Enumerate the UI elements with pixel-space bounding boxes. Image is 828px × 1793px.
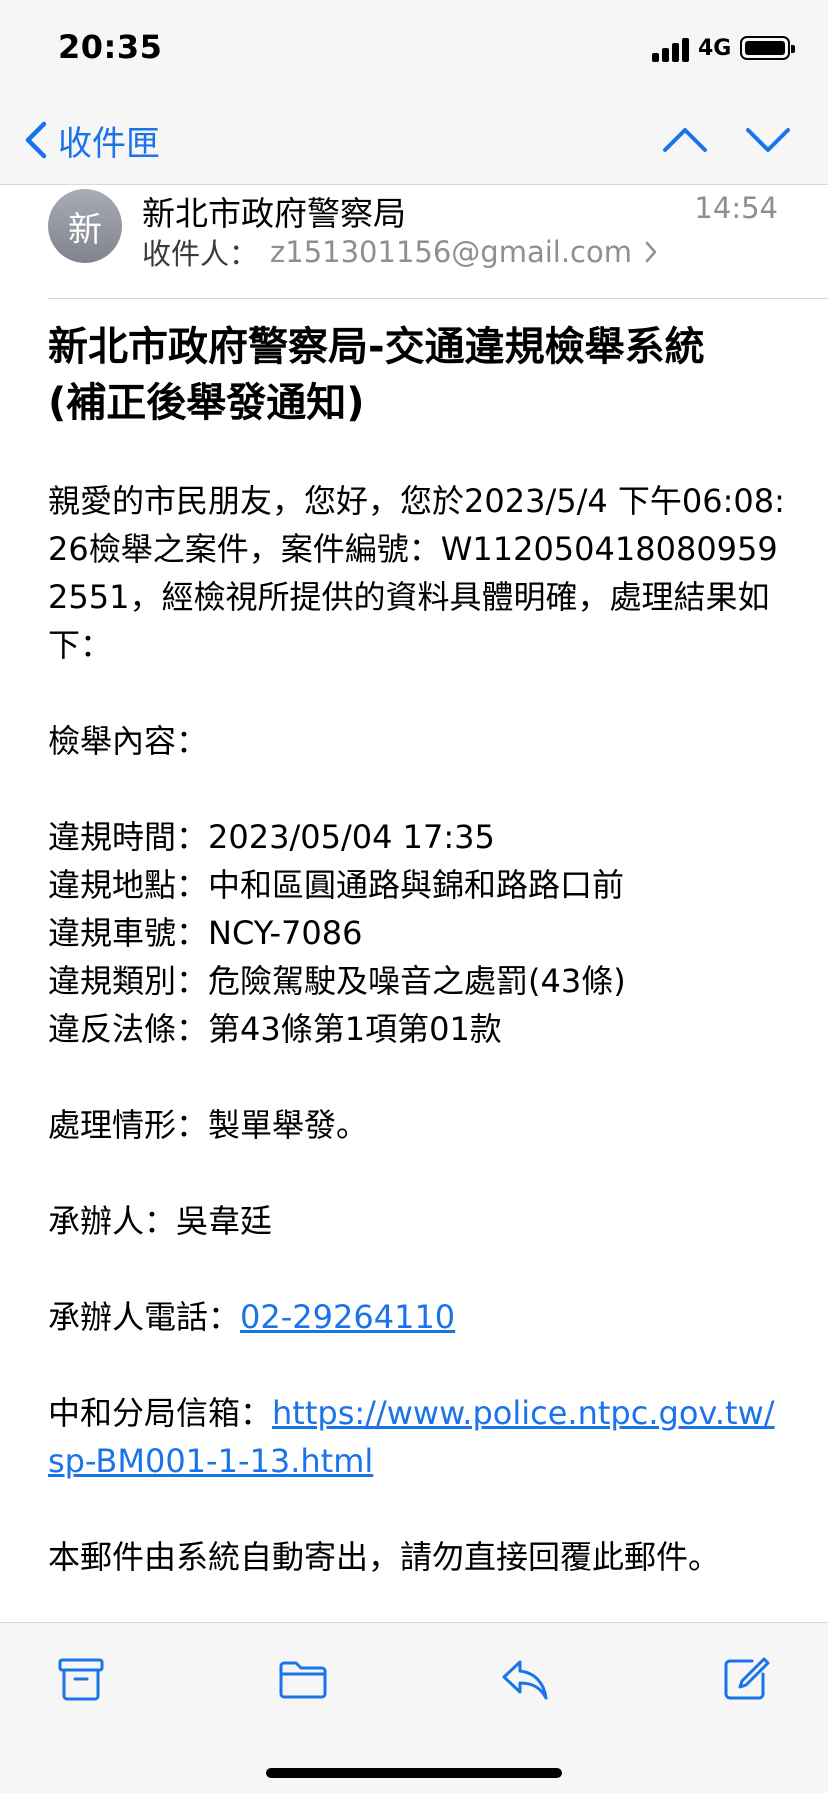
home-indicator[interactable]: [266, 1768, 562, 1778]
network-type: 4G: [698, 36, 732, 61]
recipient-label: 收件人：: [142, 237, 259, 271]
chevron-right-icon: [645, 241, 657, 263]
mailbox-label: 中和分局信箱：: [48, 1394, 273, 1432]
detail-location: 違規地點：中和區圓通路與錦和路路口前: [48, 866, 625, 904]
folder-icon[interactable]: [278, 1656, 328, 1702]
battery-icon: [740, 36, 795, 60]
phone-link[interactable]: 02-29264110: [240, 1298, 455, 1336]
detail-category: 違規類別：危險駕駛及噪音之處罰(43條): [48, 962, 626, 1000]
next-message-button[interactable]: [744, 120, 792, 160]
navigation-bar: 收件匣: [0, 100, 828, 185]
bottom-toolbar: [0, 1622, 828, 1793]
chevron-left-icon: [25, 121, 47, 159]
footer-note: 本郵件由系統自動寄出，請勿直接回覆此郵件。: [48, 1538, 721, 1576]
email-body: 親愛的市民朋友，您好，您於2023/5/4 下午06:08:26檢舉之案件，案件…: [48, 477, 788, 1581]
back-label: 收件匣: [58, 123, 160, 164]
officer: 承辦人：吳韋廷: [48, 1202, 273, 1240]
email-time: 14:54: [694, 191, 778, 225]
handling-status: 處理情形：製單舉發。: [48, 1106, 369, 1144]
sender-name[interactable]: 新北市政府警察局: [142, 187, 406, 235]
phone-line: 承辦人電話：02-29264110: [48, 1293, 788, 1341]
detail-plate: 違規車號：NCY-7086: [48, 914, 363, 952]
section-title: 檢舉內容：: [48, 722, 209, 760]
status-time: 20:35: [58, 28, 163, 66]
intro-paragraph: 親愛的市民朋友，您好，您於2023/5/4 下午06:08:26檢舉之案件，案件…: [48, 482, 785, 664]
detail-time: 違規時間：2023/05/04 17:35: [48, 818, 495, 856]
archive-icon[interactable]: [56, 1656, 106, 1702]
detail-law: 違反法條：第43條第1項第01款: [48, 1010, 502, 1048]
phone-label: 承辦人電話：: [48, 1298, 241, 1336]
back-button[interactable]: 收件匣: [22, 118, 160, 164]
mailbox-line: 中和分局信箱：https://www.police.ntpc.gov.tw/sp…: [48, 1389, 788, 1485]
previous-message-button[interactable]: [661, 120, 709, 160]
header-divider: [48, 298, 828, 299]
signal-icon: [652, 36, 692, 62]
status-bar: 20:35 4G: [0, 0, 828, 100]
recipient-address: z151301156@gmail.com: [270, 235, 632, 269]
sender-avatar[interactable]: 新: [48, 189, 122, 263]
email-subject: 新北市政府警察局-交通違規檢舉系統 (補正後舉發通知): [48, 324, 705, 426]
compose-icon[interactable]: [722, 1656, 772, 1702]
recipient-row[interactable]: 收件人： z151301156@gmail.com: [142, 231, 658, 273]
reply-icon[interactable]: [500, 1656, 550, 1702]
